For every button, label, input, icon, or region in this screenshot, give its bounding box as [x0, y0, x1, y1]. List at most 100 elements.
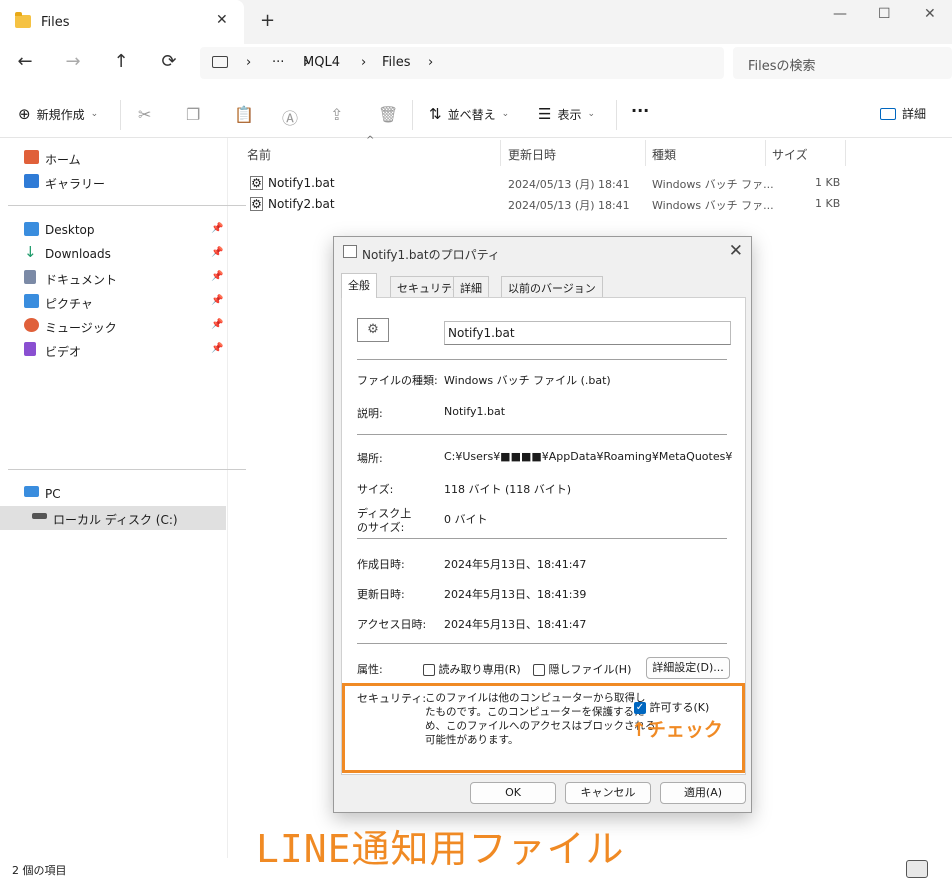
sidebar-item-local-disk[interactable]: ローカル ディスク (C:) — [0, 506, 226, 530]
type-label: ファイルの種類: — [357, 374, 438, 387]
tab-close-icon[interactable]: ✕ — [216, 12, 228, 28]
divider — [357, 538, 727, 539]
pin-icon[interactable]: 📌 — [211, 295, 223, 306]
accessed-value: 2024年5月13日、18:41:47 — [444, 618, 587, 631]
tab-general[interactable]: 全般 — [341, 273, 377, 298]
disk-size-value: 0 バイト — [444, 513, 488, 526]
details-button[interactable]: 詳細 — [880, 105, 926, 122]
new-tab-button[interactable]: + — [260, 10, 275, 31]
plus-circle-icon: ⊕ — [18, 105, 31, 123]
file-modified: 2024/05/13 (月) 18:41 — [508, 199, 630, 212]
tiles-view-icon[interactable] — [930, 860, 952, 878]
file-size: 1 KB — [815, 176, 841, 189]
sidebar-item-label: PC — [45, 487, 61, 501]
new-button[interactable]: ⊕ 新規作成 ⌄ — [18, 105, 98, 123]
pin-icon[interactable]: 📌 — [211, 271, 223, 282]
table-row[interactable]: ⚙ Notify1.bat 2024/05/13 (月) 18:41 Windo… — [246, 174, 846, 194]
sidebar-item-pc[interactable]: PC — [0, 482, 228, 506]
title-bar: Files ✕ + — ☐ ✕ — [0, 0, 952, 44]
back-button[interactable]: ← — [10, 51, 40, 72]
sidebar-item-label: Downloads — [45, 247, 111, 261]
created-value: 2024年5月13日、18:41:47 — [444, 558, 587, 571]
chevron-down-icon: ⌄ — [501, 109, 510, 119]
up-button[interactable]: ↑ — [106, 51, 136, 72]
pin-icon[interactable]: 📌 — [211, 247, 223, 258]
filename-field[interactable]: Notify1.bat — [444, 321, 731, 345]
details-label: 詳細 — [902, 107, 927, 121]
column-separator[interactable] — [765, 140, 766, 166]
sidebar-item-downloads[interactable]: ↓ Downloads 📌 — [0, 242, 228, 266]
home-icon — [24, 150, 39, 164]
modified-label: 更新日時: — [357, 588, 405, 601]
divider — [357, 434, 727, 435]
navigation-pane: ホーム ギャラリー Desktop 📌 ↓ Downloads 📌 ドキュメント… — [0, 138, 246, 858]
pin-icon[interactable]: 📌 — [211, 343, 223, 354]
maximize-button[interactable]: ☐ — [878, 6, 891, 22]
readonly-label: 読み取り専用(R) — [438, 663, 521, 676]
view-label: 表示 — [557, 107, 582, 122]
rename-icon[interactable]: Ⓐ — [282, 105, 298, 129]
apply-button[interactable]: 適用(A) — [660, 782, 746, 804]
copy-icon[interactable]: ❐ — [186, 105, 200, 124]
column-separator[interactable] — [845, 140, 846, 166]
batch-file-icon: ⚙ — [250, 197, 263, 211]
cancel-button[interactable]: キャンセル — [565, 782, 651, 804]
file-type: Windows バッチ ファ... — [652, 199, 774, 212]
column-separator[interactable] — [500, 140, 501, 166]
divider — [8, 205, 246, 206]
sort-button[interactable]: ⇅ 並べ替え ⌄ — [429, 105, 509, 123]
hidden-checkbox[interactable]: 隠しファイル(H) — [533, 661, 631, 677]
advanced-button[interactable]: 詳細設定(D)... — [646, 657, 730, 679]
cut-icon[interactable]: ✂ — [138, 105, 151, 124]
search-input[interactable]: Filesの検索 — [733, 47, 952, 79]
view-icon: ☰ — [538, 105, 552, 123]
details-view-icon[interactable] — [906, 860, 928, 878]
sidebar-item-desktop[interactable]: Desktop 📌 — [0, 218, 228, 242]
command-bar: ⊕ 新規作成 ⌄ ✂ ❐ 📋 Ⓐ ⇪ 🗑 ⇅ 並べ替え ⌄ ☰ 表示 ⌄ ···… — [0, 92, 952, 138]
tab-previous-versions[interactable]: 以前のバージョン — [501, 276, 603, 297]
column-separator[interactable] — [645, 140, 646, 166]
hidden-label: 隠しファイル(H) — [548, 663, 632, 676]
table-row[interactable]: ⚙ Notify2.bat 2024/05/13 (月) 18:41 Windo… — [246, 195, 846, 215]
forward-button[interactable]: → — [58, 51, 88, 72]
ok-button[interactable]: OK — [470, 782, 556, 804]
delete-icon[interactable]: 🗑 — [378, 105, 398, 124]
sidebar-item-label: ドキュメント — [45, 273, 118, 287]
column-header-type[interactable]: 種類 — [652, 146, 676, 163]
sort-icon: ⇅ — [429, 105, 442, 123]
tab-details[interactable]: 詳細 — [453, 276, 489, 297]
monitor-icon — [212, 56, 228, 68]
column-header-name[interactable]: 名前 — [247, 146, 271, 163]
sidebar-item-documents[interactable]: ドキュメント 📌 — [0, 266, 228, 290]
column-header-size[interactable]: サイズ — [772, 146, 808, 163]
description-value: Notify1.bat — [444, 405, 506, 418]
pin-icon[interactable]: 📌 — [211, 223, 223, 234]
refresh-button[interactable]: ⟳ — [154, 51, 184, 72]
dialog-title: Notify1.batのプロパティ — [362, 248, 500, 262]
breadcrumb[interactable]: › ··· › MQL4 › Files › — [200, 47, 724, 79]
sidebar-item-pictures[interactable]: ピクチャ 📌 — [0, 290, 228, 314]
filename-value: Notify1.bat — [448, 326, 515, 340]
music-icon — [24, 318, 39, 332]
paste-icon[interactable]: 📋 — [234, 105, 254, 124]
sidebar-item-gallery[interactable]: ギャラリー — [0, 170, 228, 194]
sidebar-item-home[interactable]: ホーム — [0, 146, 228, 170]
close-button[interactable]: ✕ — [924, 6, 936, 22]
sidebar-item-video[interactable]: ビデオ 📌 — [0, 338, 228, 362]
column-header-modified[interactable]: 更新日時 — [508, 146, 556, 163]
breadcrumb-files[interactable]: Files — [382, 55, 411, 70]
more-button[interactable]: ··· — [631, 101, 649, 120]
readonly-checkbox[interactable]: 読み取り専用(R) — [423, 661, 521, 677]
view-button[interactable]: ☰ 表示 ⌄ — [538, 105, 595, 123]
breadcrumb-mql4[interactable]: MQL4 — [303, 55, 340, 70]
tab-files[interactable]: Files ✕ — [0, 0, 244, 44]
modified-value: 2024年5月13日、18:41:39 — [444, 588, 587, 601]
dialog-close-icon[interactable]: ✕ — [729, 241, 743, 261]
sidebar-item-music[interactable]: ミュージック 📌 — [0, 314, 228, 338]
share-icon[interactable]: ⇪ — [330, 105, 343, 124]
pin-icon[interactable]: 📌 — [211, 319, 223, 330]
accessed-label: アクセス日時: — [357, 618, 427, 631]
breadcrumb-more[interactable]: ··· — [272, 55, 284, 70]
disk-size-label: のサイズ: — [357, 521, 405, 534]
minimize-button[interactable]: — — [833, 6, 847, 22]
